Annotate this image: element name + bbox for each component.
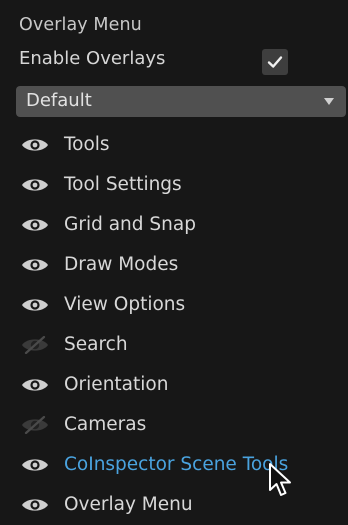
overlay-item[interactable]: Tool Settings (0, 165, 348, 205)
eye-icon[interactable] (20, 296, 50, 314)
overlay-item[interactable]: Overlay Menu (0, 485, 348, 525)
overlay-item-label: Grid and Snap (64, 214, 196, 235)
eye-icon[interactable] (20, 376, 50, 394)
preset-dropdown[interactable]: Default (16, 86, 346, 117)
overlay-item-label: Cameras (64, 414, 147, 435)
panel-title: Overlay Menu (19, 15, 142, 35)
overlay-item[interactable]: Orientation (0, 365, 348, 405)
enable-overlays-checkbox[interactable] (262, 49, 288, 75)
overlay-item-label: View Options (64, 294, 186, 315)
preset-dropdown-value: Default (26, 90, 92, 111)
overlay-item[interactable]: Draw Modes (0, 245, 348, 285)
overlay-menu-panel: Overlay Menu Enable Overlays Default Too… (0, 0, 348, 518)
overlay-item-label: Orientation (64, 374, 169, 395)
eye-icon[interactable] (20, 216, 50, 234)
overlay-list: Tools Tool Settings Grid and Snap Draw Mode… (0, 125, 348, 525)
triangle-down-icon (324, 98, 334, 105)
eye-icon[interactable] (20, 176, 50, 194)
eye-icon[interactable] (20, 456, 50, 474)
overlay-item-label: Draw Modes (64, 254, 179, 275)
eye-icon[interactable] (20, 136, 50, 154)
overlay-item[interactable]: Search (0, 325, 348, 365)
overlay-item-label: Overlay Menu (64, 494, 193, 515)
overlay-item-label: Tools (64, 134, 110, 155)
overlay-item[interactable]: View Options (0, 285, 348, 325)
eye-icon[interactable] (20, 256, 50, 274)
overlay-item-label: Tool Settings (64, 174, 182, 195)
overlay-item[interactable]: Grid and Snap (0, 205, 348, 245)
enable-overlays-label: Enable Overlays (19, 48, 166, 69)
overlay-item-label: CoInspector Scene Tools (64, 454, 289, 475)
overlay-item[interactable]: CoInspector Scene Tools (0, 445, 348, 485)
overlay-item[interactable]: Cameras (0, 405, 348, 445)
eye-slash-icon[interactable] (20, 335, 50, 355)
eye-slash-icon[interactable] (20, 415, 50, 435)
overlay-item[interactable]: Tools (0, 125, 348, 165)
enable-overlays-row[interactable]: Enable Overlays (0, 44, 348, 78)
checkmark-icon (267, 56, 283, 68)
overlay-item-label: Search (64, 334, 128, 355)
eye-icon[interactable] (20, 496, 50, 514)
